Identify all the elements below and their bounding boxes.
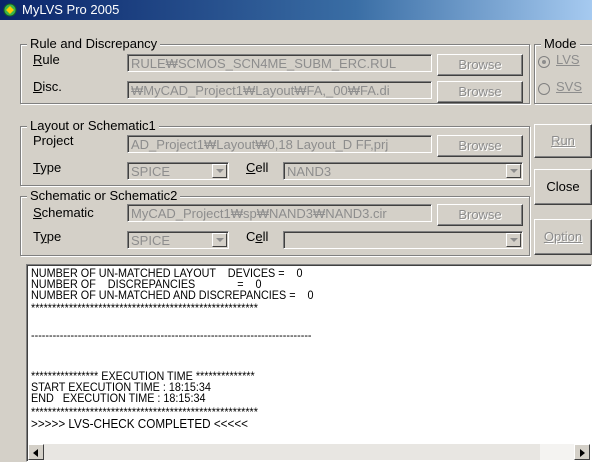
- layout-cell-value: NAND3: [287, 164, 332, 179]
- layout-type-value: SPICE: [131, 164, 171, 179]
- layout-type-label: Type: [33, 160, 62, 175]
- schematic-type-value: SPICE: [131, 233, 171, 248]
- run-label: Run: [551, 133, 575, 148]
- option-button[interactable]: Option: [534, 219, 592, 255]
- disc-label: Disc.: [33, 79, 62, 94]
- log-line: ----------------------------------------…: [31, 328, 312, 342]
- schematic-type-label: Type: [33, 229, 62, 244]
- chevron-down-icon[interactable]: [506, 233, 521, 247]
- log-line: NUMBER OF UN-MATCHED AND DISCREPANCIES =…: [31, 288, 314, 302]
- schematic-type-combo[interactable]: SPICE: [127, 231, 229, 249]
- chevron-down-icon[interactable]: [212, 233, 227, 247]
- title-bar[interactable]: MyLVS Pro 2005: [0, 0, 592, 20]
- main-window: MyLVS Pro 2005 Rule and Discrepancy Rule…: [0, 0, 592, 462]
- mode-svs-label[interactable]: SVS: [556, 79, 582, 95]
- scroll-left-icon[interactable]: [28, 444, 44, 460]
- project-label: Project: [33, 133, 74, 148]
- log-output[interactable]: NUMBER OF UN-MATCHED LAYOUT DEVICES = 0 …: [26, 264, 592, 462]
- layout-type-combo[interactable]: SPICE: [127, 162, 229, 180]
- disc-field[interactable]: ₩MyCAD_Project1₩Layout₩FA,_00₩FA.di: [127, 81, 432, 99]
- schematic-field[interactable]: MyCAD_Project1₩sp₩NAND3₩NAND3.cir: [127, 204, 432, 222]
- window-title: MyLVS Pro 2005: [22, 2, 120, 17]
- close-label: Close: [546, 179, 580, 194]
- rule-label: Rule: [33, 52, 60, 67]
- scroll-right-icon[interactable]: [574, 444, 590, 460]
- schematic-cell-label: Cell: [246, 229, 269, 244]
- log-line: >>>>> LVS-CHECK COMPLETED <<<<<: [31, 416, 248, 431]
- layout-group-title: Layout or Schematic1: [27, 118, 159, 134]
- option-label: Option: [543, 229, 583, 244]
- project-browse-button[interactable]: Browse: [437, 135, 523, 157]
- schematic-browse-button[interactable]: Browse: [437, 204, 523, 226]
- schematic-group-title: Schematic or Schematic2: [27, 188, 181, 204]
- chevron-down-icon[interactable]: [506, 164, 521, 178]
- close-button[interactable]: Close: [534, 169, 592, 205]
- background-strip: [592, 0, 600, 462]
- scroll-track[interactable]: [540, 444, 574, 460]
- rule-field[interactable]: RULE₩SCMOS_SCN4ME_SUBM_ERC.RUL: [127, 54, 432, 72]
- disc-browse-button[interactable]: Browse: [437, 81, 523, 103]
- layout-cell-combo[interactable]: NAND3: [283, 162, 523, 180]
- run-button[interactable]: Run: [534, 124, 592, 158]
- mode-lvs-label[interactable]: LVS: [556, 52, 580, 68]
- project-field[interactable]: AD_Project1₩Layout₩0,18 Layout_D FF,prj: [127, 135, 432, 153]
- rule-browse-button[interactable]: Browse: [437, 54, 523, 76]
- layout-cell-label: Cell: [246, 160, 269, 175]
- log-line: END EXECUTION TIME : 18:15:34: [31, 391, 206, 405]
- mode-group-title: Mode: [541, 36, 580, 52]
- schematic-cell-combo[interactable]: [283, 231, 523, 249]
- chevron-down-icon[interactable]: [212, 164, 227, 178]
- mode-lvs-radio[interactable]: [538, 56, 550, 68]
- horizontal-scrollbar[interactable]: [28, 444, 590, 460]
- rule-group-title: Rule and Discrepancy: [27, 36, 161, 52]
- log-line: ****************************************…: [31, 301, 258, 315]
- mode-svs-radio[interactable]: [538, 83, 550, 95]
- schematic-label: Schematic: [33, 205, 94, 220]
- app-icon: [3, 3, 17, 17]
